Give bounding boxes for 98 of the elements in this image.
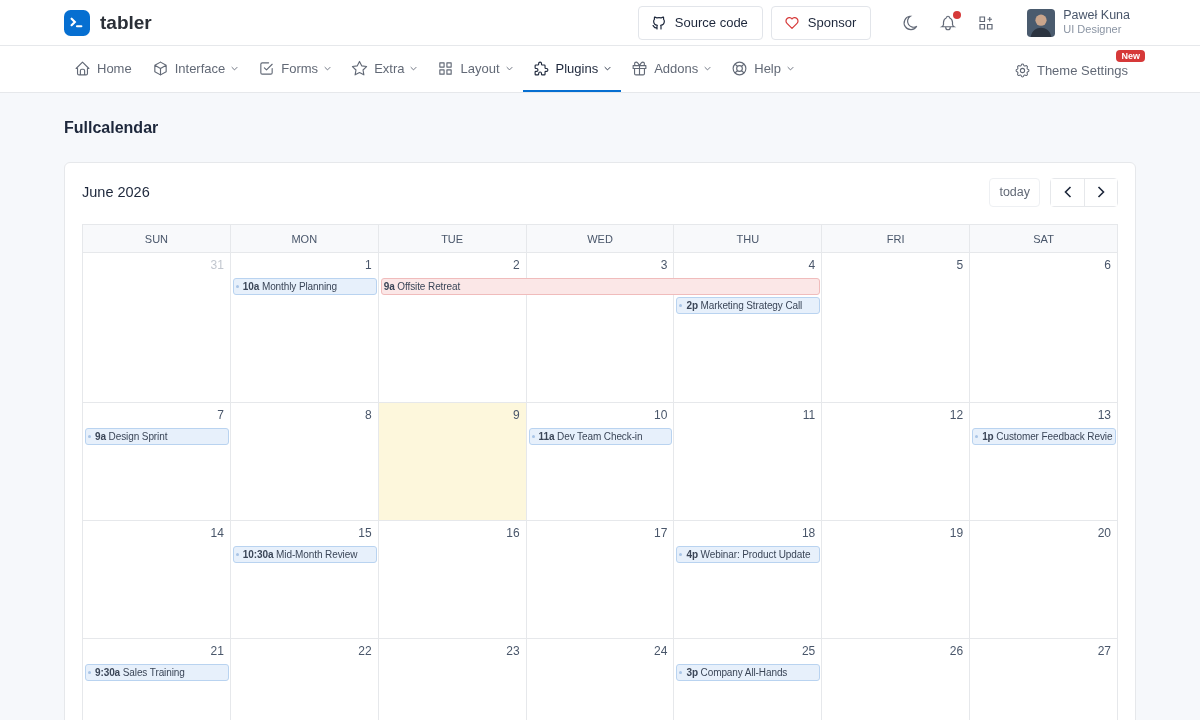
weekday-header: FRI — [822, 225, 971, 253]
day-cell[interactable]: 14 — [83, 521, 231, 639]
day-number: 23 — [506, 643, 521, 658]
day-number: 10 — [654, 407, 669, 422]
day-cell[interactable]: 17 — [526, 521, 675, 639]
nav-item[interactable]: Plugins — [522, 46, 622, 92]
weekday-header: MON — [230, 225, 379, 253]
bell-icon[interactable] — [939, 13, 958, 32]
day-cell[interactable]: 23 — [378, 639, 527, 720]
lifebuoy-icon — [731, 59, 749, 77]
day-cell[interactable]: 26 — [822, 639, 971, 720]
day-number: 12 — [949, 407, 965, 422]
day-cell[interactable]: 22 — [230, 639, 379, 720]
day-number: 7 — [217, 407, 225, 422]
day-cell[interactable]: 16 — [378, 521, 527, 639]
weekday-header: TUE — [378, 225, 527, 253]
nav-item[interactable]: Addons — [621, 46, 722, 92]
day-number: 6 — [1104, 257, 1112, 272]
brand-name: tabler — [100, 11, 152, 34]
calendar-event[interactable]: 9a Offsite Retreat — [380, 278, 821, 295]
weekday-header: THU — [674, 225, 823, 253]
nav-item[interactable]: Extra — [341, 46, 428, 92]
day-number: 22 — [358, 643, 373, 658]
day-number: 26 — [949, 643, 965, 658]
day-number: 24 — [654, 643, 669, 658]
nav-item[interactable]: Interface — [141, 46, 249, 92]
day-number: 18 — [801, 525, 817, 540]
day-number: 25 — [801, 643, 817, 658]
user-name: Paweł Kuna — [1063, 7, 1130, 24]
day-number: 16 — [506, 525, 521, 540]
calendar-event[interactable]: 4p Webinar: Product Update — [676, 546, 821, 563]
star-icon — [351, 59, 369, 77]
nav-item[interactable]: Forms — [248, 46, 342, 92]
github-icon — [650, 14, 667, 31]
day-cell[interactable]: 9 — [378, 403, 527, 521]
day-number: 3 — [660, 257, 669, 272]
calendar-event[interactable]: 9:30a Sales Training — [85, 664, 229, 681]
day-number: 13 — [1097, 407, 1112, 422]
day-cell[interactable]: 11 — [674, 403, 823, 521]
gift-icon — [631, 59, 649, 77]
day-number: 11 — [802, 407, 817, 422]
settings-icon — [1013, 61, 1031, 79]
day-number: 27 — [1097, 643, 1112, 658]
day-number: 14 — [210, 525, 225, 540]
calendar-event[interactable]: 2p Marketing Strategy Call — [676, 297, 821, 314]
day-number: 31 — [210, 257, 225, 272]
logo-icon — [64, 9, 90, 36]
day-number: 9 — [512, 407, 521, 422]
avatar[interactable] — [1027, 8, 1056, 37]
day-number: 15 — [358, 525, 373, 540]
nav-item[interactable]: Home — [64, 46, 142, 92]
weekday-header: SUN — [83, 225, 231, 253]
user-role: UI Designer — [1063, 23, 1123, 38]
weekday-header: SAT — [970, 225, 1118, 253]
calendar-event[interactable]: 10a Monthly Planning — [232, 278, 377, 295]
day-number: 2 — [512, 257, 521, 272]
new-badge: New — [1116, 50, 1145, 62]
next-button[interactable] — [1084, 178, 1117, 206]
calendar-title: June 2026 — [82, 184, 150, 200]
day-cell[interactable]: 6 — [970, 253, 1118, 403]
day-number: 5 — [956, 257, 965, 272]
chevron-right-icon — [1097, 186, 1105, 198]
cube-icon — [151, 59, 169, 77]
puzzle-icon — [532, 59, 550, 77]
calendar-event[interactable]: 9a Design Sprint — [85, 428, 229, 445]
day-cell[interactable]: 27 — [970, 639, 1118, 720]
day-cell[interactable]: 19 — [822, 521, 971, 639]
home-icon — [74, 59, 91, 77]
day-cell[interactable]: 5 — [822, 253, 971, 403]
day-number: 19 — [949, 525, 965, 540]
grid-icon — [437, 59, 455, 77]
calendar-event[interactable]: 1p Customer Feedback Revie — [972, 428, 1116, 445]
apps-icon[interactable] — [977, 13, 996, 32]
calendar-event[interactable]: 11a Dev Team Check-in — [528, 428, 673, 445]
today-button[interactable]: today — [989, 177, 1040, 207]
day-number: 4 — [808, 257, 817, 272]
day-cell[interactable]: 20 — [970, 521, 1118, 639]
nav-item[interactable]: Help — [721, 46, 804, 92]
chevron-left-icon — [1063, 186, 1072, 198]
day-number: 1 — [365, 257, 373, 272]
theme-settings-link[interactable]: Theme Settings — [1013, 61, 1136, 79]
page-title: Fullcalendar — [64, 119, 160, 137]
checkbox-icon — [258, 59, 276, 77]
day-number: 8 — [365, 407, 373, 422]
day-cell[interactable]: 24 — [526, 639, 675, 720]
source-code-button[interactable]: Source code — [637, 5, 763, 40]
day-cell[interactable]: 12 — [822, 403, 971, 521]
weekday-header: WED — [526, 225, 675, 253]
day-number: 20 — [1097, 525, 1112, 540]
calendar-event[interactable]: 3p Company All-Hands — [676, 664, 821, 681]
day-number: 17 — [654, 525, 669, 540]
day-cell[interactable]: 8 — [230, 403, 379, 521]
calendar-event[interactable]: 10:30a Mid-Month Review — [232, 546, 377, 563]
day-number: 21 — [210, 643, 225, 658]
nav-item[interactable]: Layout — [427, 46, 523, 92]
moon-icon[interactable] — [901, 13, 920, 32]
sponsor-button[interactable]: Sponsor — [770, 5, 872, 40]
heart-icon — [783, 14, 800, 31]
